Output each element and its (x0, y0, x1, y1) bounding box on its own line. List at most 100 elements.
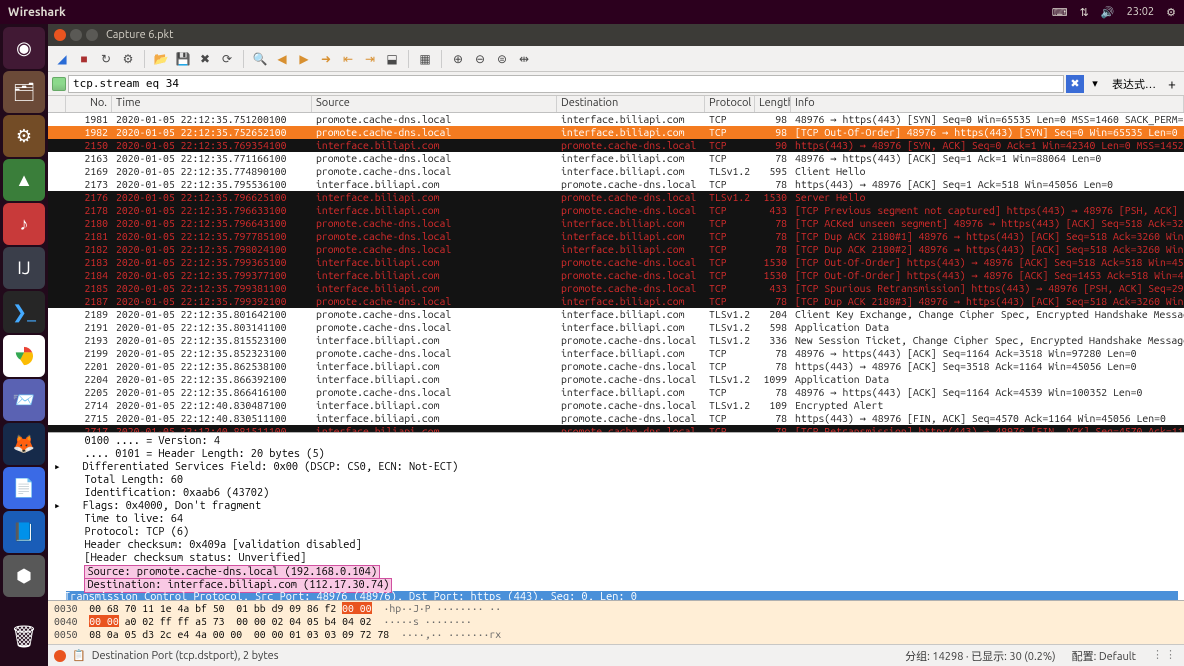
detail-line[interactable]: Identification: 0xaab6 (43702) (66, 487, 1178, 500)
apply-filter-icon[interactable]: ▾ (1086, 75, 1104, 93)
trash-icon[interactable]: 🗑 (3, 616, 45, 658)
packet-row[interactable]: 21822020-01-05 22:12:35.798024100promote… (48, 243, 1184, 256)
detail-line[interactable]: Total Length: 60 (66, 474, 1178, 487)
packet-list-header[interactable]: No. Time Source Destination Protocol Len… (48, 96, 1184, 113)
packet-row[interactable]: 21992020-01-05 22:12:35.852323100promote… (48, 347, 1184, 360)
window-titlebar[interactable]: Capture 6.pkt (48, 24, 1184, 46)
packet-row[interactable]: 19812020-01-05 22:12:35.751200100promote… (48, 113, 1184, 126)
app-icon[interactable]: 📨 (3, 379, 45, 421)
detail-line[interactable]: ▸ Flags: 0x4000, Don't fragment (66, 500, 1178, 513)
clock[interactable]: 23:02 (1127, 6, 1155, 18)
hex-line[interactable]: 0030 00 68 70 11 1e 4a bf 50 01 bb d9 09… (54, 602, 1178, 615)
stop-capture-icon[interactable]: ■ (74, 49, 94, 69)
packet-bytes-pane[interactable]: 0030 00 68 70 11 1e 4a bf 50 01 bb d9 09… (48, 600, 1184, 644)
expression-button[interactable]: 表达式… (1106, 76, 1162, 92)
resize-grip-icon[interactable]: ⋮⋮ (1152, 648, 1178, 664)
packet-row[interactable]: 21692020-01-05 22:12:35.774890100promote… (48, 165, 1184, 178)
go-to-icon[interactable]: ➜ (316, 49, 336, 69)
add-filter-button[interactable]: + (1164, 76, 1180, 92)
start-capture-icon[interactable]: ◢ (52, 49, 72, 69)
zoom-reset-icon[interactable]: ⊜ (492, 49, 512, 69)
go-forward-icon[interactable]: ▶ (294, 49, 314, 69)
files-icon[interactable]: 🗂 (3, 71, 45, 113)
resize-columns-icon[interactable]: ⇹ (514, 49, 534, 69)
column-no: No. (66, 96, 112, 112)
clear-filter-icon[interactable]: ✖ (1066, 75, 1084, 93)
packet-row[interactable]: 22042020-01-05 22:12:35.866392100interfa… (48, 373, 1184, 386)
go-back-icon[interactable]: ◀ (272, 49, 292, 69)
intellij-icon[interactable]: IJ (3, 247, 45, 289)
packet-row[interactable]: 21832020-01-05 22:12:35.799365100interfa… (48, 256, 1184, 269)
first-packet-icon[interactable]: ⇤ (338, 49, 358, 69)
packet-row[interactable]: 21632020-01-05 22:12:35.771166100promote… (48, 152, 1184, 165)
libreoffice-writer-icon[interactable]: 📄 (3, 467, 45, 509)
zoom-out-icon[interactable]: ⊖ (470, 49, 490, 69)
packet-rows[interactable]: 19812020-01-05 22:12:35.751200100promote… (48, 113, 1184, 432)
system-menu-icon[interactable]: ⚙ (1166, 6, 1176, 19)
packet-row[interactable]: 21802020-01-05 22:12:35.796643100promote… (48, 217, 1184, 230)
keyboard-indicator[interactable]: ⌨ (1052, 6, 1068, 19)
status-profile[interactable]: 配置: Default (1072, 648, 1136, 664)
detail-line[interactable]: Header checksum: 0x409a [validation disa… (66, 539, 1178, 552)
network-indicator[interactable]: ⇅ (1080, 6, 1089, 19)
restart-capture-icon[interactable]: ↻ (96, 49, 116, 69)
packet-row[interactable]: 19822020-01-05 22:12:35.752652100promote… (48, 126, 1184, 139)
last-packet-icon[interactable]: ⇥ (360, 49, 380, 69)
detail-line[interactable]: ▾Transmission Control Protocol, Src Port… (66, 591, 1178, 600)
find-icon[interactable]: 🔍 (250, 49, 270, 69)
document-viewer-icon[interactable]: 📘 (3, 511, 45, 553)
window-max-button[interactable] (86, 29, 98, 41)
disk-icon[interactable]: ⬢ (3, 555, 45, 597)
detail-line[interactable]: Source: promote.cache-dns.local (192.168… (66, 565, 1178, 578)
window-min-button[interactable] (70, 29, 82, 41)
packet-row[interactable]: 22052020-01-05 22:12:35.866416100promote… (48, 386, 1184, 399)
packet-row[interactable]: 21502020-01-05 22:12:35.769354100interfa… (48, 139, 1184, 152)
android-studio-icon[interactable]: ▲ (3, 159, 45, 201)
detail-line[interactable]: Protocol: TCP (6) (66, 526, 1178, 539)
packet-row[interactable]: 21842020-01-05 22:12:35.799377100interfa… (48, 269, 1184, 282)
packet-row[interactable]: 21782020-01-05 22:12:35.796633100interfa… (48, 204, 1184, 217)
zoom-in-icon[interactable]: ⊕ (448, 49, 468, 69)
packet-row[interactable]: 21872020-01-05 22:12:35.799392100promote… (48, 295, 1184, 308)
packet-row[interactable]: 27172020-01-05 22:12:40.881511100interfa… (48, 425, 1184, 432)
reload-icon[interactable]: ⟳ (217, 49, 237, 69)
firefox-icon[interactable]: 🦊 (3, 423, 45, 465)
hex-line[interactable]: 0040 00 00 a0 02 ff ff a5 73 00 00 02 04… (54, 615, 1178, 628)
packet-row[interactable]: 21762020-01-05 22:12:35.796625100interfa… (48, 191, 1184, 204)
packet-row[interactable]: 21912020-01-05 22:12:35.803141100promote… (48, 321, 1184, 334)
chrome-icon[interactable] (3, 335, 45, 377)
packet-row[interactable]: 21932020-01-05 22:12:35.815523100interfa… (48, 334, 1184, 347)
detail-line[interactable]: ▸ Differentiated Services Field: 0x00 (D… (66, 461, 1178, 474)
packet-row[interactable]: 27152020-01-05 22:12:40.830511100interfa… (48, 412, 1184, 425)
options-icon[interactable]: ⚙ (118, 49, 138, 69)
auto-scroll-icon[interactable]: ⬓ (382, 49, 402, 69)
detail-line[interactable]: [Header checksum status: Unverified] (66, 552, 1178, 565)
netease-icon[interactable]: ♪ (3, 203, 45, 245)
close-file-icon[interactable]: ✖ (195, 49, 215, 69)
hex-line[interactable]: 0050 08 0a 05 d3 2c e4 4a 00 00 00 00 01… (54, 628, 1178, 641)
filter-bookmark-icon[interactable] (52, 77, 66, 91)
expert-info-icon[interactable] (54, 650, 66, 662)
packet-row[interactable]: 21852020-01-05 22:12:35.799381100interfa… (48, 282, 1184, 295)
colorize-icon[interactable]: ▦ (415, 49, 435, 69)
packet-row[interactable]: 21732020-01-05 22:12:35.795536100interfa… (48, 178, 1184, 191)
terminal-icon[interactable]: ❯_ (3, 291, 45, 333)
packet-row[interactable]: 21812020-01-05 22:12:35.797785100promote… (48, 230, 1184, 243)
detail-line[interactable]: Destination: interface.biliapi.com (112.… (66, 578, 1178, 591)
save-file-icon[interactable]: 💾 (173, 49, 193, 69)
open-file-icon[interactable]: 📂 (151, 49, 171, 69)
packet-row[interactable]: 21892020-01-05 22:12:35.801642100promote… (48, 308, 1184, 321)
detail-line[interactable]: Time to live: 64 (66, 513, 1178, 526)
detail-line[interactable]: 0100 .... = Version: 4 (66, 435, 1178, 448)
display-filter-input[interactable] (68, 75, 1064, 93)
packet-row[interactable]: 22012020-01-05 22:12:35.862538100interfa… (48, 360, 1184, 373)
volume-indicator[interactable]: 🔊 (1101, 6, 1115, 19)
dash-icon[interactable]: ◉ (3, 27, 45, 69)
window-close-button[interactable] (54, 29, 66, 41)
detail-line[interactable]: .... 0101 = Header Length: 20 bytes (5) (66, 448, 1178, 461)
app-name: Wireshark (8, 6, 66, 19)
packet-details-pane[interactable]: 0100 .... = Version: 4 .... 0101 = Heade… (48, 432, 1184, 600)
packet-row[interactable]: 27142020-01-05 22:12:40.830487100interfa… (48, 399, 1184, 412)
capture-file-icon[interactable]: 📋 (72, 649, 86, 662)
vscode-icon[interactable]: ⚙ (3, 115, 45, 157)
